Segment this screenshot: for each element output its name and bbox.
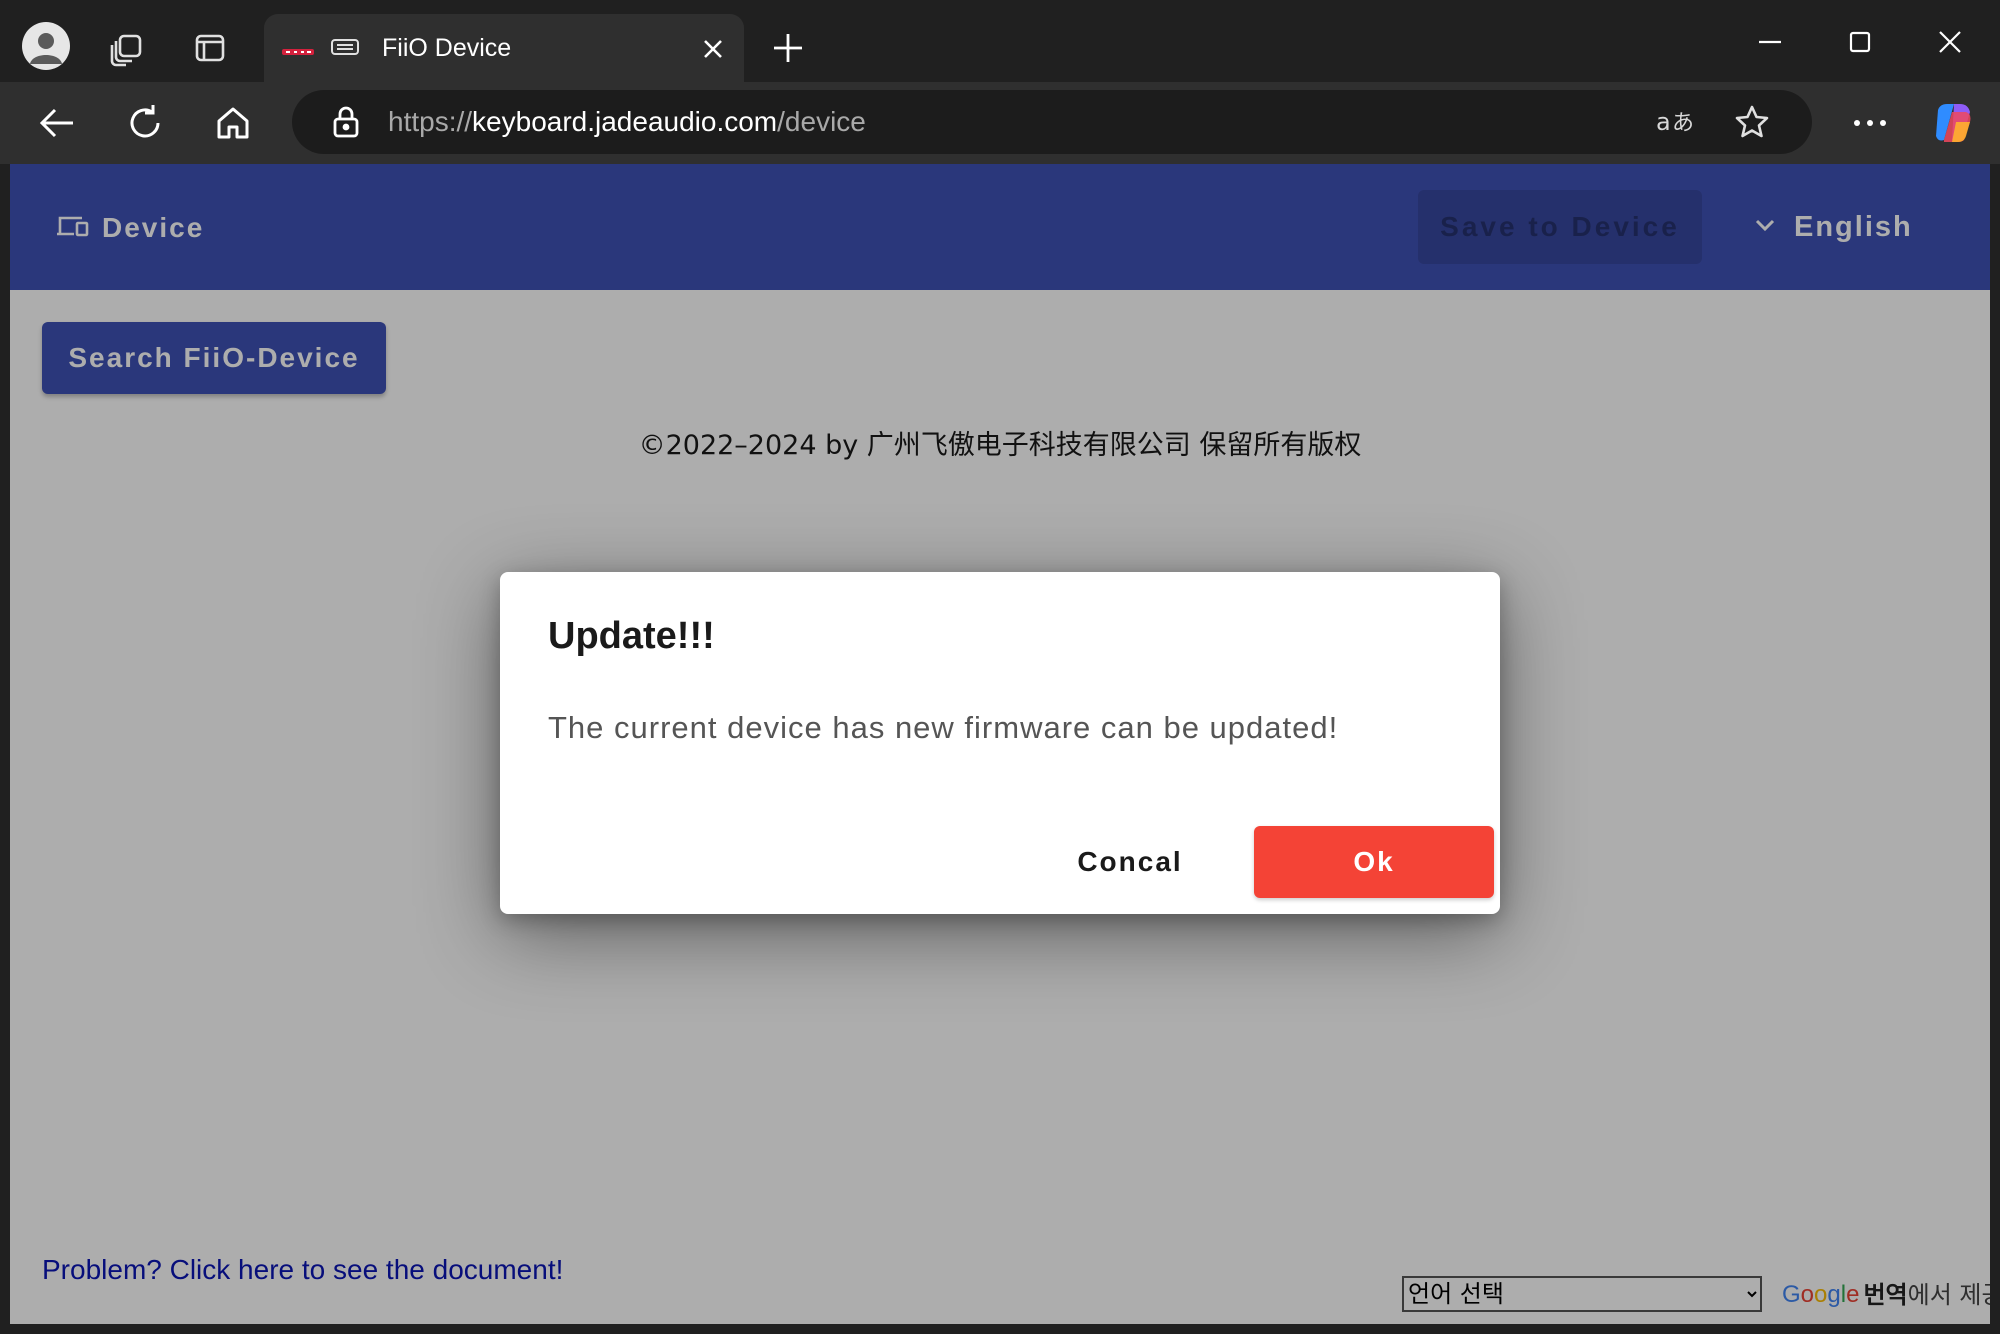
ok-button[interactable]: Ok: [1254, 826, 1494, 898]
dialog-message: The current device has new firmware can …: [548, 710, 1339, 745]
more-menu-icon[interactable]: [1846, 100, 1894, 146]
maximize-icon[interactable]: [1838, 20, 1882, 64]
tab-actions-icon[interactable]: [188, 26, 232, 70]
update-dialog: Update!!! The current device has new fir…: [500, 572, 1500, 914]
svg-text:あ: あ: [1672, 111, 1694, 136]
back-arrow-icon[interactable]: [34, 100, 80, 146]
window-close-icon[interactable]: [1928, 20, 1972, 64]
browser-tab[interactable]: FiiO Device: [264, 14, 744, 82]
translate-icon[interactable]: aあ: [1654, 104, 1698, 140]
keyboard-device-icon: [330, 36, 360, 58]
favorite-star-icon[interactable]: [1732, 102, 1772, 142]
minimize-icon[interactable]: [1748, 20, 1792, 64]
profile-icon[interactable]: [22, 22, 70, 70]
svg-text:a: a: [1656, 108, 1671, 136]
page-viewport: Device Save to Device English Search Fii…: [10, 164, 1990, 1324]
dialog-title: Update!!!: [548, 615, 715, 657]
workspaces-icon[interactable]: [104, 26, 148, 70]
copilot-icon[interactable]: [1928, 98, 1978, 148]
close-icon[interactable]: [698, 34, 728, 64]
browser-toolbar: https://keyboard.jadeaudio.com/device aあ: [0, 82, 2000, 164]
browser-tab-bar: FiiO Device: [0, 0, 2000, 82]
lock-icon[interactable]: [328, 104, 364, 140]
fiio-logo-icon: [282, 42, 314, 55]
reload-icon[interactable]: [122, 100, 168, 146]
tab-title: FiiO Device: [382, 34, 512, 62]
url-text[interactable]: https://keyboard.jadeaudio.com/device: [388, 104, 866, 140]
home-icon[interactable]: [210, 100, 256, 146]
cancel-button[interactable]: Concal: [1030, 826, 1230, 898]
address-bar[interactable]: https://keyboard.jadeaudio.com/device aあ: [292, 90, 1812, 154]
new-tab-icon[interactable]: [766, 26, 810, 70]
